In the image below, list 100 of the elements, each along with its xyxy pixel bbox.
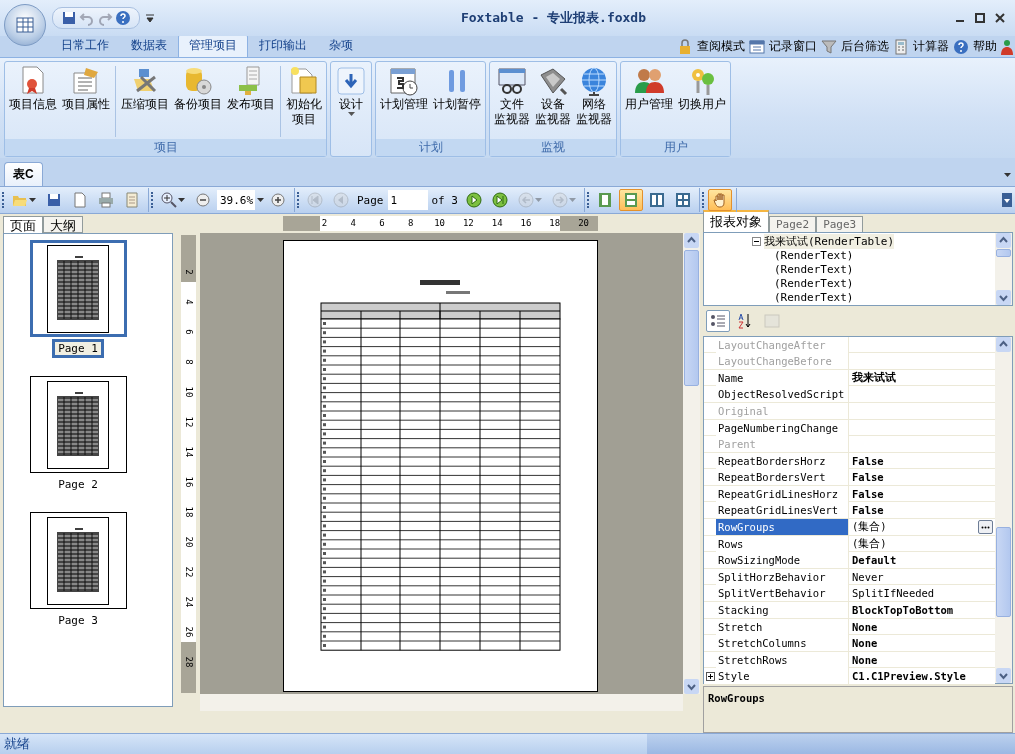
panel-tab[interactable]: 报表对象	[703, 210, 769, 232]
help-icon[interactable]	[115, 10, 131, 26]
page-thumbnail[interactable]	[29, 240, 127, 337]
document-tab[interactable]: 表C	[4, 162, 43, 186]
ribbon-tab[interactable]: 日常工作	[50, 34, 120, 57]
scroll-thumb[interactable]	[996, 249, 1011, 257]
ribbon-button[interactable]: 计划暂停	[431, 64, 483, 113]
thumbnail-label[interactable]: Page 2	[52, 475, 104, 494]
customize-caret-icon[interactable]	[146, 14, 154, 22]
page-thumbnail[interactable]	[29, 512, 127, 609]
property-name[interactable]: SplitVertBehavior	[716, 585, 849, 602]
panel-tab[interactable]: 大纲	[43, 216, 83, 233]
panel-tab[interactable]: Page3	[816, 216, 864, 232]
ruler-label: 20	[577, 217, 590, 230]
tree-scrollbar[interactable]	[995, 233, 1012, 305]
scroll-down-icon[interactable]	[996, 667, 1011, 683]
scroll-down-icon[interactable]	[996, 289, 1011, 305]
ribbon-link[interactable]: 帮助	[973, 38, 997, 55]
ellipsis-button[interactable]	[978, 520, 993, 535]
panel-tab[interactable]: 页面	[3, 216, 43, 233]
window-icon[interactable]	[749, 38, 765, 55]
ribbon-link[interactable]: 记录窗口	[769, 38, 817, 55]
printer-icon	[98, 192, 114, 208]
ruler-label: 10	[433, 217, 446, 230]
property-name[interactable]: StretchColumns	[716, 635, 849, 652]
property-name[interactable]: ObjectResolvedScript	[716, 386, 849, 403]
ribbon-tab[interactable]: 杂项	[318, 34, 364, 57]
sort-az-icon	[737, 312, 753, 329]
thumbnail-label[interactable]: Page 1	[52, 339, 104, 358]
scroll-up-icon[interactable]	[996, 336, 1011, 352]
tree-item[interactable]: (RenderText)	[774, 290, 854, 304]
property-name[interactable]: Stacking	[716, 602, 849, 619]
ribbon-link[interactable]: 计算器	[913, 38, 949, 55]
categorized-button[interactable]	[706, 309, 730, 332]
ribbon-button[interactable]: 项目信息	[7, 64, 59, 113]
lock-icon[interactable]	[677, 38, 693, 55]
ruler-label: 28	[182, 655, 195, 670]
tree-item[interactable]: (RenderText)	[774, 262, 854, 276]
property-name[interactable]: RowSizingMode	[716, 552, 849, 569]
ribbon-button[interactable]: 网络 监视器	[574, 64, 614, 128]
ribbon-button[interactable]: 初始化 项目	[284, 64, 324, 128]
ruler-label: 16	[519, 217, 533, 230]
caret-icon[interactable]	[29, 197, 36, 203]
property-scrollbar[interactable]	[995, 336, 1012, 683]
caret-icon[interactable]	[257, 197, 264, 203]
ribbon-button[interactable]: 备份项目	[172, 64, 224, 113]
caret-icon[interactable]	[347, 112, 355, 117]
scroll-up-icon[interactable]	[996, 233, 1011, 248]
close-icon[interactable]	[993, 11, 1007, 25]
ribbon-tab[interactable]: 管理项目	[178, 34, 248, 57]
ribbon-button[interactable]: 文件 监视器	[492, 64, 532, 128]
save-icon[interactable]	[61, 10, 77, 26]
property-name[interactable]: Style	[716, 668, 849, 685]
help-icon[interactable]	[953, 38, 969, 55]
application-menu-button[interactable]	[4, 4, 46, 46]
ribbon-button[interactable]: 设计	[333, 64, 369, 118]
scroll-thumb[interactable]	[996, 526, 1011, 617]
expand-icon[interactable]	[705, 671, 715, 681]
vertical-scrollbar[interactable]	[683, 233, 700, 694]
scroll-up-icon[interactable]	[684, 233, 699, 248]
ribbon-button[interactable]: 压缩项目	[119, 64, 171, 113]
documents-icon	[288, 65, 320, 97]
thumbnail-label[interactable]: Page 3	[52, 611, 104, 630]
ribbon-button[interactable]: 切换用户	[676, 64, 728, 113]
zoom-plus-icon	[270, 192, 286, 208]
ribbon-button[interactable]: 计划管理	[378, 64, 430, 113]
ribbon-tab[interactable]: 打印输出	[248, 34, 318, 57]
ribbon-button[interactable]: 用户管理	[623, 64, 675, 113]
page-thumbnail[interactable]	[29, 376, 127, 473]
overflow-caret-icon[interactable]	[1002, 193, 1012, 207]
tree-item[interactable]: (RenderText)	[774, 248, 854, 262]
scroll-down-icon[interactable]	[684, 679, 699, 694]
first-page-icon	[307, 192, 323, 208]
caret-icon[interactable]	[178, 197, 185, 203]
property-name[interactable]: RepeatGridLinesVert	[716, 502, 849, 519]
scroll-thumb[interactable]	[684, 250, 699, 386]
ruler-label: 18	[182, 505, 195, 520]
ribbon-link[interactable]: 查阅模式	[697, 38, 745, 55]
collapse-icon[interactable]	[752, 236, 761, 246]
maximize-icon[interactable]	[973, 11, 987, 25]
description-title: RowGroups	[708, 691, 765, 704]
panel-tab[interactable]: Page2	[769, 216, 817, 232]
filter-icon[interactable]	[821, 38, 837, 55]
ribbon-link[interactable]: 后台筛选	[841, 38, 889, 55]
toolbar-button[interactable]	[619, 189, 643, 211]
property-name[interactable]: RowGroups	[716, 519, 849, 536]
ribbon-button[interactable]: 发布项目	[225, 64, 277, 113]
toolbar-field[interactable]: 1	[387, 190, 428, 210]
horizontal-scrollbar[interactable]	[200, 694, 683, 711]
property-value: False	[852, 487, 884, 500]
ribbon-button[interactable]: 项目属性	[60, 64, 112, 113]
caret-icon[interactable]	[1004, 173, 1011, 178]
users-icon[interactable]	[1001, 38, 1013, 55]
tree-item[interactable]: 我来试试(RenderTable)	[764, 233, 895, 249]
ribbon-button[interactable]: 设备 监视器	[533, 64, 573, 128]
tree-item[interactable]: (RenderText)	[774, 276, 854, 290]
toolbar-button[interactable]	[708, 189, 732, 211]
ribbon-tab[interactable]: 数据表	[120, 34, 178, 57]
property-name[interactable]: RepeatBordersVert	[716, 469, 849, 486]
toolbar-field[interactable]: 39.6%	[217, 190, 255, 210]
